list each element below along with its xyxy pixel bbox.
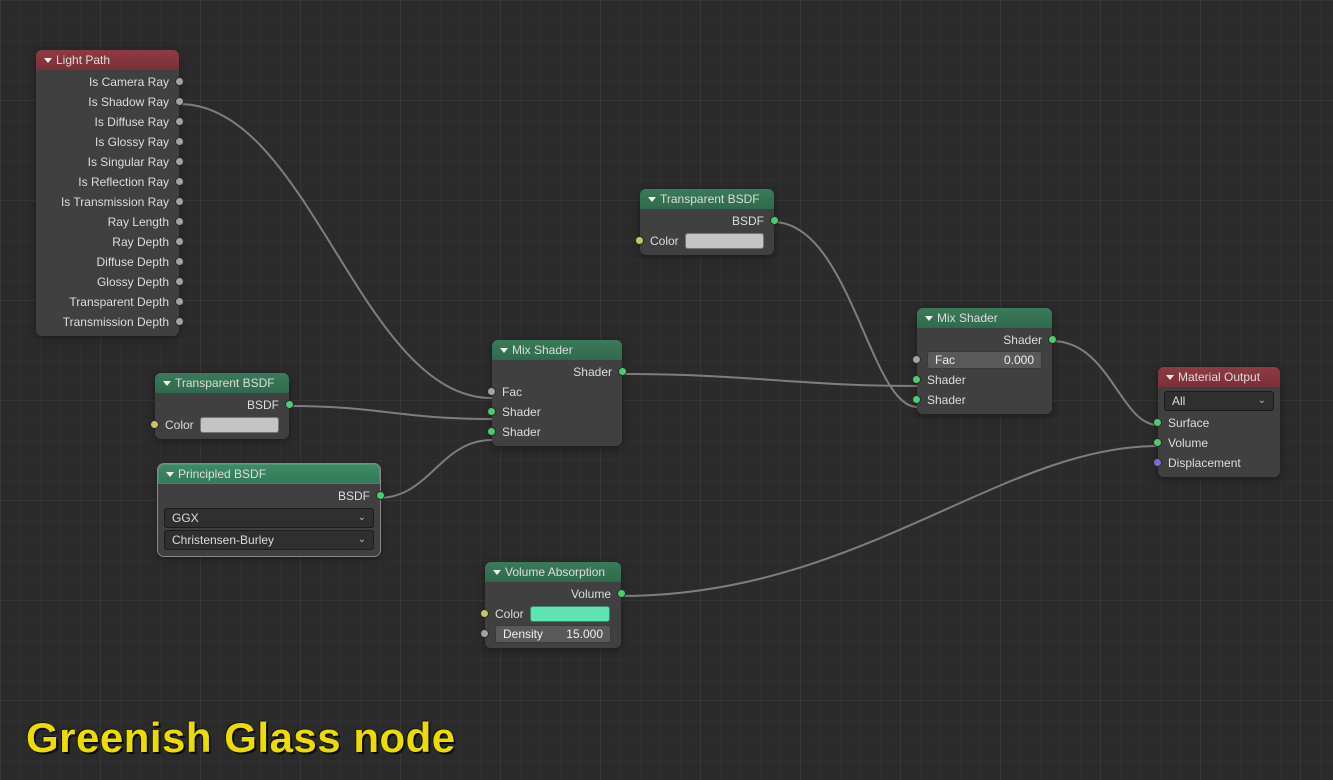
- node-title: Transparent BSDF: [175, 373, 275, 393]
- input-shader-2[interactable]: Shader: [917, 390, 1052, 410]
- input-color[interactable]: Color: [640, 231, 774, 251]
- node-material-output[interactable]: Material Output All⌄ Surface Volume Disp…: [1158, 367, 1280, 477]
- node-title: Mix Shader: [512, 340, 573, 360]
- distribution-select[interactable]: GGX⌄: [164, 508, 374, 528]
- output-shader[interactable]: Shader: [492, 362, 622, 382]
- output-is-diffuse-ray[interactable]: Is Diffuse Ray: [36, 112, 179, 132]
- node-transparent-bsdf-1[interactable]: Transparent BSDF BSDF Color: [155, 373, 289, 439]
- node-header[interactable]: Mix Shader: [492, 340, 622, 360]
- chevron-down-icon: ⌄: [1258, 391, 1266, 411]
- output-shader[interactable]: Shader: [917, 330, 1052, 350]
- color-swatch[interactable]: [685, 233, 764, 249]
- node-header[interactable]: Transparent BSDF: [640, 189, 774, 209]
- node-light-path[interactable]: Light Path Is Camera Ray Is Shadow Ray I…: [36, 50, 179, 336]
- input-surface[interactable]: Surface: [1158, 413, 1280, 433]
- output-bsdf[interactable]: BSDF: [158, 486, 380, 506]
- input-shader-1[interactable]: Shader: [492, 402, 622, 422]
- collapse-icon[interactable]: [1166, 375, 1174, 380]
- output-is-camera-ray[interactable]: Is Camera Ray: [36, 72, 179, 92]
- node-title: Mix Shader: [937, 308, 998, 328]
- collapse-icon[interactable]: [44, 58, 52, 63]
- collapse-icon[interactable]: [163, 381, 171, 386]
- output-transparent-depth[interactable]: Transparent Depth: [36, 292, 179, 312]
- node-title: Principled BSDF: [178, 464, 266, 484]
- input-shader-2[interactable]: Shader: [492, 422, 622, 442]
- input-color[interactable]: Color: [155, 415, 289, 435]
- node-title: Material Output: [1178, 367, 1260, 387]
- output-volume[interactable]: Volume: [485, 584, 621, 604]
- collapse-icon[interactable]: [166, 472, 174, 477]
- output-ray-length[interactable]: Ray Length: [36, 212, 179, 232]
- output-glossy-depth[interactable]: Glossy Depth: [36, 272, 179, 292]
- input-displacement[interactable]: Displacement: [1158, 453, 1280, 473]
- output-is-shadow-ray[interactable]: Is Shadow Ray: [36, 92, 179, 112]
- collapse-icon[interactable]: [493, 570, 501, 575]
- node-mix-shader-2[interactable]: Mix Shader Shader Fac 0.000 Shader Shade…: [917, 308, 1052, 414]
- collapse-icon[interactable]: [925, 316, 933, 321]
- node-header[interactable]: Mix Shader: [917, 308, 1052, 328]
- input-fac[interactable]: Fac: [492, 382, 622, 402]
- node-header[interactable]: Volume Absorption: [485, 562, 621, 582]
- color-swatch[interactable]: [530, 606, 610, 622]
- output-is-glossy-ray[interactable]: Is Glossy Ray: [36, 132, 179, 152]
- node-header[interactable]: Transparent BSDF: [155, 373, 289, 393]
- output-diffuse-depth[interactable]: Diffuse Depth: [36, 252, 179, 272]
- output-ray-depth[interactable]: Ray Depth: [36, 232, 179, 252]
- input-color[interactable]: Color: [485, 604, 621, 624]
- input-shader-1[interactable]: Shader: [917, 370, 1052, 390]
- node-transparent-bsdf-2[interactable]: Transparent BSDF BSDF Color: [640, 189, 774, 255]
- output-bsdf[interactable]: BSDF: [640, 211, 774, 231]
- node-title: Transparent BSDF: [660, 189, 760, 209]
- node-volume-absorption[interactable]: Volume Absorption Volume Color Density 1…: [485, 562, 621, 648]
- output-bsdf[interactable]: BSDF: [155, 395, 289, 415]
- node-title: Light Path: [56, 50, 110, 70]
- chevron-down-icon: ⌄: [358, 508, 366, 528]
- input-volume[interactable]: Volume: [1158, 433, 1280, 453]
- color-swatch[interactable]: [200, 417, 279, 433]
- node-mix-shader-1[interactable]: Mix Shader Shader Fac Shader Shader: [492, 340, 622, 446]
- output-is-reflection-ray[interactable]: Is Reflection Ray: [36, 172, 179, 192]
- node-header[interactable]: Material Output: [1158, 367, 1280, 387]
- subsurface-method-select[interactable]: Christensen-Burley⌄: [164, 530, 374, 550]
- density-field[interactable]: Density 15.000: [495, 625, 611, 643]
- output-is-singular-ray[interactable]: Is Singular Ray: [36, 152, 179, 172]
- output-is-transmission-ray[interactable]: Is Transmission Ray: [36, 192, 179, 212]
- node-title: Volume Absorption: [505, 562, 605, 582]
- input-density[interactable]: Density 15.000: [485, 624, 621, 644]
- collapse-icon[interactable]: [648, 197, 656, 202]
- overlay-title: Greenish Glass node: [26, 714, 456, 762]
- output-transmission-depth[interactable]: Transmission Depth: [36, 312, 179, 332]
- target-select[interactable]: All⌄: [1164, 391, 1274, 411]
- node-header[interactable]: Light Path: [36, 50, 179, 70]
- input-fac[interactable]: Fac 0.000: [917, 350, 1052, 370]
- node-header[interactable]: Principled BSDF: [158, 464, 380, 484]
- node-principled-bsdf[interactable]: Principled BSDF BSDF GGX⌄ Christensen-Bu…: [158, 464, 380, 556]
- chevron-down-icon: ⌄: [358, 530, 366, 550]
- collapse-icon[interactable]: [500, 348, 508, 353]
- fac-field[interactable]: Fac 0.000: [927, 351, 1042, 369]
